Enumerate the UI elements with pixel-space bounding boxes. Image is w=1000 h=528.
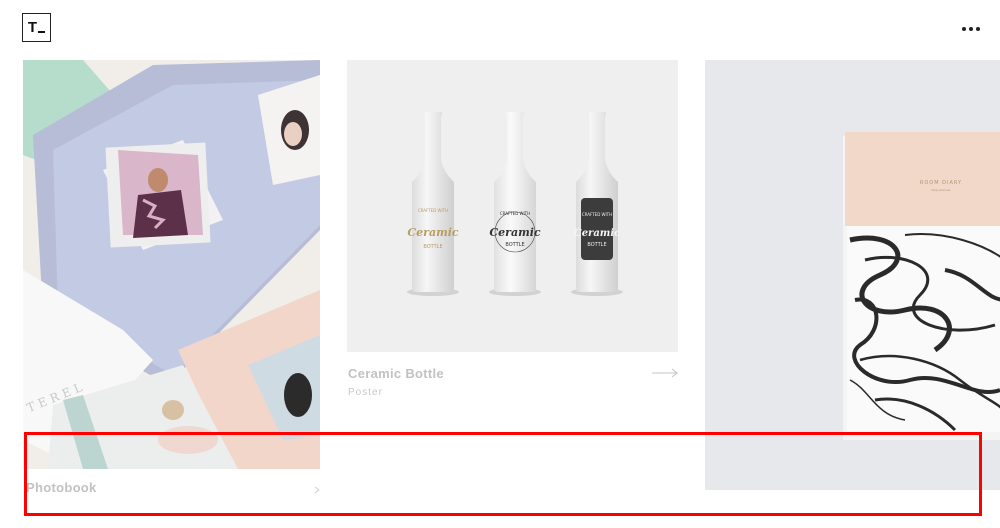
svg-text:CRAFTED WITH: CRAFTED WITH bbox=[582, 212, 612, 217]
logo[interactable]: T bbox=[22, 13, 51, 42]
svg-text:CRAFTED WITH: CRAFTED WITH bbox=[500, 211, 530, 216]
svg-text:Ceramic: Ceramic bbox=[574, 228, 621, 239]
room-diary-image: ROOM DIARY daily planner bbox=[705, 60, 1000, 490]
arrow-right-icon[interactable] bbox=[652, 368, 678, 378]
photobook-title[interactable]: Photobook bbox=[26, 480, 97, 495]
svg-text:BOTTLE: BOTTLE bbox=[505, 242, 524, 248]
portfolio-item-ceramic-bottle[interactable]: CRAFTED WITH Ceramic BOTTLE CRAFTED WITH… bbox=[347, 60, 678, 352]
svg-text:Ceramic: Ceramic bbox=[407, 226, 458, 239]
ceramic-bottle-title[interactable]: Ceramic Bottle bbox=[348, 366, 444, 381]
ceramic-bottle-category: Poster bbox=[348, 387, 383, 398]
svg-text:CRAFTED WITH: CRAFTED WITH bbox=[418, 208, 448, 213]
svg-text:daily planner: daily planner bbox=[931, 188, 951, 192]
ceramic-bottle-image: CRAFTED WITH Ceramic BOTTLE CRAFTED WITH… bbox=[347, 60, 678, 352]
svg-text:Ceramic: Ceramic bbox=[489, 226, 540, 239]
logo-cursor bbox=[38, 31, 46, 33]
svg-text:ROOM DIARY: ROOM DIARY bbox=[920, 180, 962, 186]
photobook-image: TEREL bbox=[23, 60, 320, 469]
portfolio-item-diary[interactable]: ROOM DIARY daily planner bbox=[705, 60, 1000, 490]
portfolio-item-photobook[interactable]: TEREL bbox=[23, 60, 320, 469]
svg-text:BOTTLE: BOTTLE bbox=[423, 244, 442, 250]
arrow-right-icon[interactable] bbox=[314, 486, 322, 494]
logo-text: T bbox=[27, 19, 38, 36]
more-menu-icon[interactable] bbox=[962, 27, 980, 31]
svg-text:BOTTLE: BOTTLE bbox=[587, 242, 606, 248]
